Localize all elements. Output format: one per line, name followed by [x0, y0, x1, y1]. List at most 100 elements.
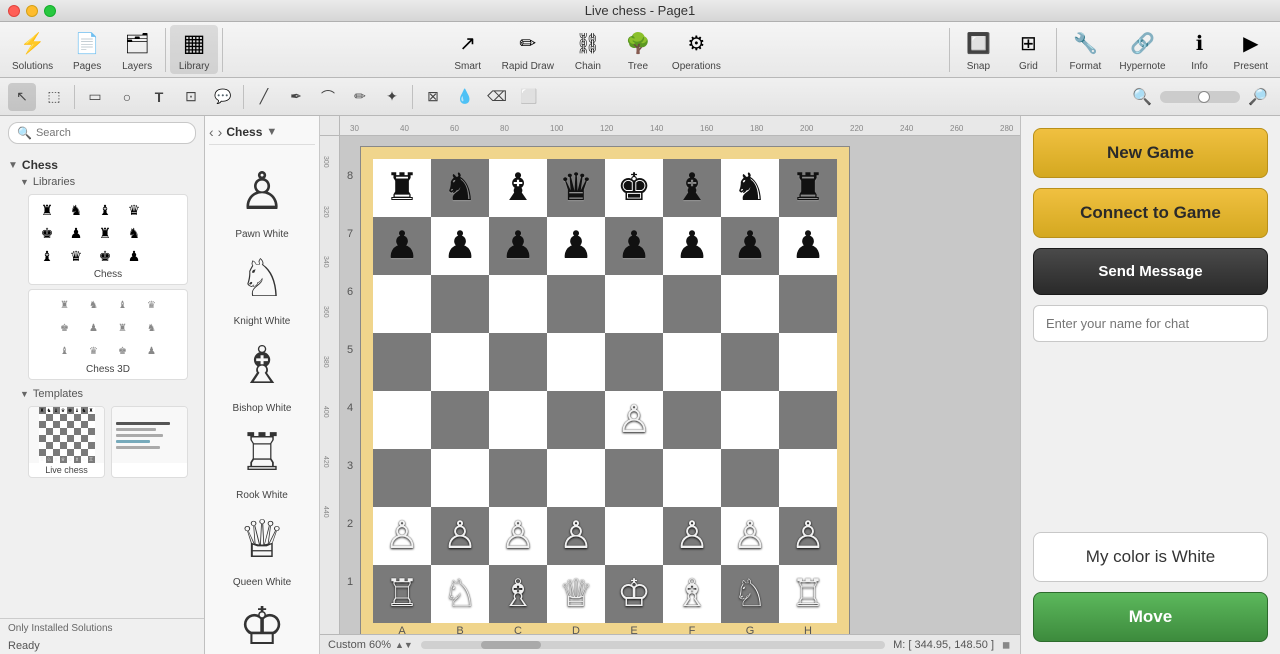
- breadcrumb-dropdown-icon[interactable]: ▼: [266, 126, 277, 138]
- cell-6-4[interactable]: [605, 507, 663, 565]
- cell-7-1[interactable]: ♘: [431, 565, 489, 623]
- cell-2-1[interactable]: [431, 275, 489, 333]
- cell-5-2[interactable]: [489, 449, 547, 507]
- info-button[interactable]: ℹ Info: [1176, 25, 1224, 74]
- send-message-button[interactable]: Send Message: [1033, 248, 1268, 295]
- hypernote-button[interactable]: 🔗 Hypernote: [1111, 25, 1173, 74]
- cell-0-0[interactable]: ♜: [373, 159, 431, 217]
- operations-button[interactable]: ⚙ Operations: [664, 25, 729, 74]
- cell-4-0[interactable]: [373, 391, 431, 449]
- arc-tool[interactable]: ⌒: [314, 83, 342, 111]
- cell-1-2[interactable]: ♟: [489, 217, 547, 275]
- zoom-in-button[interactable]: 🔎: [1244, 83, 1272, 111]
- grid-button[interactable]: ⊞ Grid: [1004, 25, 1052, 74]
- cell-7-5[interactable]: ♗: [663, 565, 721, 623]
- live-chess-template[interactable]: ♜ ♞ ♝ ♛ ♚ ♝ ♞ ♜: [28, 406, 105, 478]
- cell-1-3[interactable]: ♟: [547, 217, 605, 275]
- cell-2-0[interactable]: [373, 275, 431, 333]
- zoom-slider-thumb[interactable]: [1198, 91, 1210, 103]
- connect-to-game-button[interactable]: Connect to Game: [1033, 188, 1268, 238]
- cell-5-3[interactable]: [547, 449, 605, 507]
- cell-7-2[interactable]: ♗: [489, 565, 547, 623]
- rectangle-tool[interactable]: ▭: [81, 83, 109, 111]
- layers-button[interactable]: 🗂 Layers: [113, 25, 161, 74]
- present-button[interactable]: ▶ Present: [1226, 25, 1276, 74]
- cell-0-1[interactable]: ♞: [431, 159, 489, 217]
- zoom-control[interactable]: Custom 60% ▲▼: [328, 639, 413, 651]
- cell-5-1[interactable]: [431, 449, 489, 507]
- cell-2-7[interactable]: [779, 275, 837, 333]
- cell-6-6[interactable]: ♙: [721, 507, 779, 565]
- cell-4-2[interactable]: [489, 391, 547, 449]
- king-white-item[interactable]: ♔ King White: [227, 592, 297, 654]
- cell-3-6[interactable]: [721, 333, 779, 391]
- format-button[interactable]: 🔧 Format: [1061, 25, 1109, 74]
- cell-0-4[interactable]: ♚: [605, 159, 663, 217]
- cell-6-5[interactable]: ♙: [663, 507, 721, 565]
- cell-0-5[interactable]: ♝: [663, 159, 721, 217]
- cell-3-1[interactable]: [431, 333, 489, 391]
- chess-library-item[interactable]: ♜ ♞ ♝ ♛ ♚ ♟ ♜ ♞ ♝ ♛ ♚ ♟ Chess: [28, 194, 188, 285]
- cell-2-6[interactable]: [721, 275, 779, 333]
- cell-4-1[interactable]: [431, 391, 489, 449]
- cell-2-5[interactable]: [663, 275, 721, 333]
- pages-button[interactable]: 📄 Pages: [63, 25, 111, 74]
- knight-white-item[interactable]: ♘ Knight White: [227, 244, 297, 327]
- cell-5-6[interactable]: [721, 449, 779, 507]
- cell-6-0[interactable]: ♙: [373, 507, 431, 565]
- new-game-button[interactable]: New Game: [1033, 128, 1268, 178]
- minimize-button[interactable]: [26, 5, 38, 17]
- cell-1-6[interactable]: ♟: [721, 217, 779, 275]
- maximize-button[interactable]: [44, 5, 56, 17]
- library-button[interactable]: ▦ Library: [170, 25, 218, 74]
- solutions-button[interactable]: ⚡ Solutions: [4, 25, 61, 74]
- cell-5-5[interactable]: [663, 449, 721, 507]
- smart-button[interactable]: ↗ Smart: [444, 25, 492, 74]
- cell-2-4[interactable]: [605, 275, 663, 333]
- close-button[interactable]: [8, 5, 20, 17]
- cell-3-0[interactable]: [373, 333, 431, 391]
- cell-6-1[interactable]: ♙: [431, 507, 489, 565]
- second-template[interactable]: [111, 406, 188, 478]
- cell-6-7[interactable]: ♙: [779, 507, 837, 565]
- cell-5-4[interactable]: [605, 449, 663, 507]
- zoom-dropdown-icon[interactable]: ▲▼: [395, 640, 413, 650]
- frame-tool[interactable]: ⬜: [515, 83, 543, 111]
- cell-1-7[interactable]: ♟: [779, 217, 837, 275]
- pen-tool[interactable]: ✒: [282, 83, 310, 111]
- resize-handle[interactable]: ◼: [1002, 640, 1012, 650]
- eyedropper-tool[interactable]: 💧: [451, 83, 479, 111]
- chess-section-header[interactable]: ▼ Chess: [8, 156, 196, 174]
- cell-4-4[interactable]: ♙: [605, 391, 663, 449]
- forward-button[interactable]: ›: [218, 124, 223, 140]
- cell-7-7[interactable]: ♖: [779, 565, 837, 623]
- search-input[interactable]: [36, 127, 187, 139]
- cell-0-7[interactable]: ♜: [779, 159, 837, 217]
- cell-7-4[interactable]: ♔: [605, 565, 663, 623]
- erase-tool[interactable]: ⌫: [483, 83, 511, 111]
- cell-6-2[interactable]: ♙: [489, 507, 547, 565]
- cell-2-3[interactable]: [547, 275, 605, 333]
- cell-0-3[interactable]: ♛: [547, 159, 605, 217]
- cell-6-3[interactable]: ♙: [547, 507, 605, 565]
- select-tool[interactable]: ↖: [8, 83, 36, 111]
- zoom-out-button[interactable]: 🔍: [1128, 83, 1156, 111]
- cell-4-3[interactable]: [547, 391, 605, 449]
- cell-5-0[interactable]: [373, 449, 431, 507]
- cell-3-4[interactable]: [605, 333, 663, 391]
- chat-name-input[interactable]: [1033, 305, 1268, 342]
- cell-7-3[interactable]: ♕: [547, 565, 605, 623]
- horizontal-scrollbar[interactable]: [421, 641, 885, 649]
- libraries-header[interactable]: ▼ Libraries: [8, 174, 196, 190]
- rook-white-item[interactable]: ♖ Rook White: [227, 418, 297, 501]
- text-tool[interactable]: T: [145, 83, 173, 111]
- callout-tool[interactable]: 💬: [209, 83, 237, 111]
- cell-5-7[interactable]: [779, 449, 837, 507]
- queen-white-item[interactable]: ♕ Queen White: [227, 505, 297, 588]
- cell-4-7[interactable]: [779, 391, 837, 449]
- rapid-draw-button[interactable]: ✏ Rapid Draw: [494, 25, 562, 74]
- templates-header[interactable]: ▼ Templates: [8, 386, 196, 402]
- shape-editor-tool[interactable]: ✦: [378, 83, 406, 111]
- chain-button[interactable]: ⛓ Chain: [564, 25, 612, 74]
- multi-select-tool[interactable]: ⬚: [40, 83, 68, 111]
